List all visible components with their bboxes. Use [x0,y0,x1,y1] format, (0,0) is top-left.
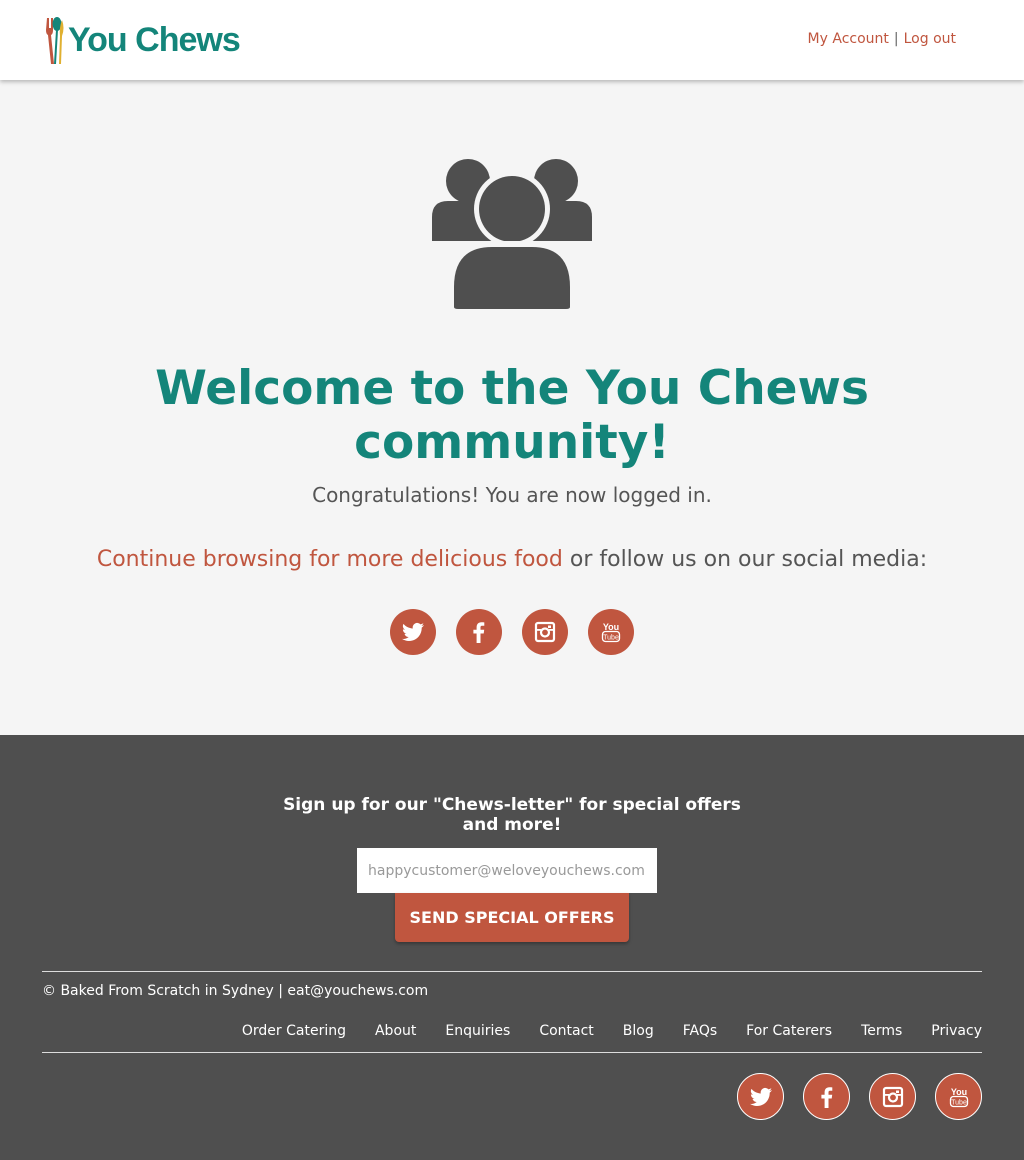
footer-link-for-caterers[interactable]: For Caterers [746,1023,832,1039]
footer-facebook-button[interactable] [803,1073,850,1120]
main-content: Welcome to the You Chews community! Cong… [0,80,1024,735]
logo-link[interactable]: You Chews [44,14,241,66]
twitter-icon [749,1087,772,1106]
youtube-button[interactable]: You Tube [588,609,634,655]
instagram-button[interactable] [522,609,568,655]
twitter-icon [402,622,424,641]
footer-link-enquiries[interactable]: Enquiries [445,1023,510,1039]
logo-utensils-icon [46,17,64,64]
newsletter-title: Sign up for our "Chews-letter" for speci… [283,795,741,835]
site-header: You Chews My Account | Log out [0,0,1024,80]
youtube-icon: You Tube [601,622,621,643]
footer-social-links: You Tube [737,1073,982,1120]
site-footer: Sign up for our "Chews-letter" for speci… [0,735,1024,1160]
twitter-button[interactable] [390,609,436,655]
footer-link-terms[interactable]: Terms [861,1023,902,1039]
logout-link[interactable]: Log out [904,31,956,47]
facebook-button[interactable] [456,609,502,655]
footer-divider-bottom [42,1052,982,1053]
continue-browsing-link[interactable]: Continue browsing for more delicious foo… [97,547,563,572]
facebook-icon [820,1086,832,1108]
continue-line: Continue browsing for more delicious foo… [0,547,1024,572]
footer-divider-top [42,971,982,972]
social-links: You Tube [0,609,1024,655]
footer-link-faqs[interactable]: FAQs [683,1023,717,1039]
footer-copyright: © Baked From Scratch in Sydney | eat@you… [42,983,429,999]
footer-link-contact[interactable]: Contact [539,1023,593,1039]
footer-twitter-button[interactable] [737,1073,784,1120]
send-special-offers-button[interactable]: SEND SPECIAL OFFERS [395,893,629,942]
footer-youtube-button[interactable]: You Tube [935,1073,982,1120]
my-account-link[interactable]: My Account [808,31,889,47]
header-separator: | [893,31,899,47]
svg-text:You: You [603,622,619,632]
account-links: My Account | Log out [808,31,956,47]
svg-text:You: You [950,1087,966,1097]
continue-rest-text: or follow us on our social media: [562,547,928,572]
svg-text:Tube: Tube [951,1099,967,1106]
footer-link-about[interactable]: About [375,1023,416,1039]
svg-text:Tube: Tube [603,635,619,642]
logged-in-message: Congratulations! You are now logged in. [312,483,712,507]
youtube-icon: You Tube [949,1087,968,1107]
footer-link-privacy[interactable]: Privacy [931,1023,982,1039]
instagram-icon [534,621,556,643]
footer-nav: Order Catering About Enquiries Contact B… [213,1023,982,1039]
facebook-icon [473,622,485,643]
community-users-icon [432,159,592,309]
footer-link-order-catering[interactable]: Order Catering [242,1023,346,1039]
footer-link-blog[interactable]: Blog [623,1023,654,1039]
welcome-title: Welcome to the You Chews community! [155,361,869,470]
logo-text: You Chews [68,20,241,59]
instagram-icon [882,1086,903,1107]
newsletter-email-input[interactable] [357,848,657,893]
footer-instagram-button[interactable] [869,1073,916,1120]
